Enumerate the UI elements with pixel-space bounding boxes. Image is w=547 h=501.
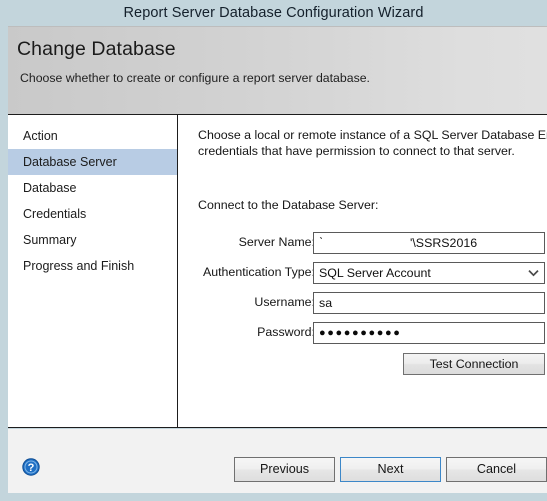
authentication-type-select[interactable]: SQL Server Account — [313, 262, 545, 284]
chevron-down-icon — [522, 263, 544, 283]
password-row: Password: ●●●●●●●●●● — [179, 322, 547, 344]
authentication-type-row: Authentication Type: SQL Server Account — [179, 262, 547, 284]
server-name-input[interactable]: ˋ '\SSRS2016 — [313, 232, 545, 254]
test-connection-button[interactable]: Test Connection — [403, 353, 545, 375]
wizard-window: Report Server Database Configuration Wiz… — [0, 0, 547, 501]
username-input[interactable]: sa — [313, 292, 545, 314]
intro-line-1: Choose a local or remote instance of a S… — [198, 128, 547, 142]
window-title: Report Server Database Configuration Wiz… — [123, 5, 424, 21]
page-subtitle: Choose whether to create or configure a … — [20, 71, 370, 85]
intro-line-2: credentials that have permission to conn… — [198, 144, 515, 158]
server-name-label: Server Name: — [238, 235, 315, 249]
server-name-row: Server Name: ˋ '\SSRS2016 — [179, 232, 547, 254]
section-label: Connect to the Database Server: — [198, 198, 379, 212]
server-name-value-prefix: ˋ — [319, 235, 324, 249]
next-button[interactable]: Next — [340, 457, 441, 482]
footer-bar: ? Previous Next Cancel — [8, 429, 547, 493]
intro-text: Choose a local or remote instance of a S… — [198, 127, 547, 159]
username-label: Username: — [254, 295, 315, 309]
sidebar-item-database[interactable]: Database — [8, 175, 177, 201]
test-connection-row: Test Connection — [179, 353, 547, 375]
help-icon[interactable]: ? — [22, 458, 40, 476]
cancel-button[interactable]: Cancel — [446, 457, 547, 482]
authentication-type-value: SQL Server Account — [319, 266, 431, 280]
sidebar-item-credentials[interactable]: Credentials — [8, 201, 177, 227]
sidebar-item-action[interactable]: Action — [8, 123, 177, 149]
sidebar-item-database-server[interactable]: Database Server — [8, 149, 177, 175]
sidebar-item-progress-and-finish[interactable]: Progress and Finish — [8, 253, 177, 279]
password-label: Password: — [257, 325, 315, 339]
previous-button[interactable]: Previous — [234, 457, 335, 482]
password-value: ●●●●●●●●●● — [319, 327, 402, 339]
title-bar: Report Server Database Configuration Wiz… — [0, 0, 547, 26]
svg-text:?: ? — [28, 462, 35, 474]
page-header: Change Database Choose whether to create… — [8, 26, 547, 114]
page-title: Change Database — [17, 38, 176, 60]
password-input[interactable]: ●●●●●●●●●● — [313, 322, 545, 344]
sidebar-item-summary[interactable]: Summary — [8, 227, 177, 253]
step-content: Choose a local or remote instance of a S… — [179, 115, 547, 427]
username-row: Username: sa — [179, 292, 547, 314]
username-value: sa — [319, 296, 333, 310]
wizard-step-list: Action Database Server Database Credenti… — [8, 115, 178, 427]
body-panel: Action Database Server Database Credenti… — [8, 114, 547, 428]
authentication-type-label: Authentication Type: — [202, 265, 315, 279]
server-name-value-suffix: '\SSRS2016 — [410, 236, 478, 250]
